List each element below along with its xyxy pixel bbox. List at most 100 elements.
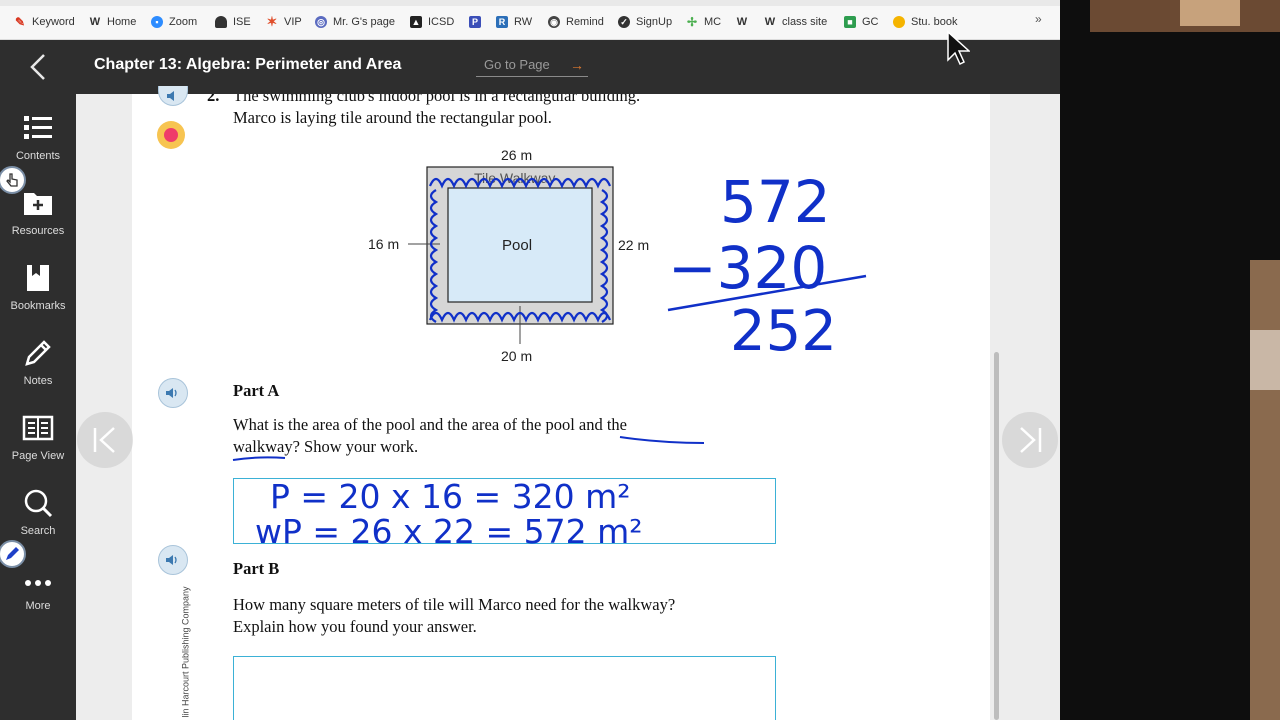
w-icon: W bbox=[736, 16, 748, 28]
sidebar-item-label: Resources bbox=[11, 225, 65, 237]
chevron-left-icon bbox=[30, 54, 45, 80]
more-icon bbox=[25, 580, 51, 586]
speaker-icon bbox=[166, 555, 177, 565]
globe-icon: ◎ bbox=[315, 16, 327, 28]
left-dimension-label: 16 m bbox=[368, 236, 400, 252]
bookmark-home[interactable]: W Home bbox=[89, 13, 137, 31]
hat-icon bbox=[215, 16, 227, 28]
bookmark-label: Home bbox=[107, 16, 137, 28]
sidebar-item-label: Page View bbox=[11, 450, 65, 462]
audio-speaker-button[interactable] bbox=[158, 378, 188, 408]
sidebar-item-contents[interactable]: Contents bbox=[0, 104, 76, 174]
w-icon: W bbox=[764, 16, 776, 28]
sidebar-item-notes[interactable]: Notes bbox=[0, 329, 76, 399]
bookmark-zoom[interactable]: ▪ Zoom bbox=[151, 13, 197, 31]
record-icon bbox=[164, 128, 178, 142]
signup-icon: ✓ bbox=[618, 16, 630, 28]
speaker-icon bbox=[167, 90, 174, 101]
bookmark-label: class site bbox=[782, 16, 828, 28]
bookmark-icon bbox=[27, 265, 49, 291]
bookmarks-overflow-icon[interactable]: » bbox=[1035, 12, 1042, 26]
part-b-question-line-2: Explain how you found your answer. bbox=[233, 617, 477, 636]
app-window: ✎ Keyword W Home ▪ Zoom ISE ✶ VIP ◎ Mr. G's p… bbox=[0, 0, 1280, 720]
sidebar-item-label: Search bbox=[20, 525, 56, 537]
circle-icon bbox=[893, 16, 905, 28]
top-dimension-label: 26 m bbox=[501, 147, 533, 163]
bookmark-label: RW bbox=[514, 16, 533, 28]
copyright-text: lin Harcourt Publishing Company bbox=[180, 586, 191, 718]
background-photo bbox=[1250, 260, 1280, 720]
camera-icon: ▪ bbox=[151, 16, 163, 28]
tab-strip-edge bbox=[0, 0, 1060, 6]
back-button[interactable] bbox=[0, 40, 76, 94]
list-icon bbox=[24, 116, 52, 139]
go-to-page-input[interactable]: Go to Page → bbox=[476, 53, 588, 77]
remind-icon: ◉ bbox=[548, 16, 560, 28]
pencil-icon bbox=[25, 340, 51, 366]
bookmark-label: Remind bbox=[566, 16, 604, 28]
arrow-right-icon[interactable]: → bbox=[570, 57, 584, 73]
part-a-question-line-1: What is the area of the pool and the are… bbox=[233, 415, 628, 434]
next-page-icon bbox=[1020, 427, 1042, 453]
part-a-title: Part A bbox=[233, 381, 280, 400]
sidebar-item-bookmarks[interactable]: Bookmarks bbox=[0, 254, 76, 324]
part-b-question-line-1: How many square meters of tile will Marc… bbox=[233, 595, 676, 614]
bookmark-label: ICSD bbox=[428, 16, 455, 28]
chapter-title: Chapter 13: Algebra: Perimeter and Area bbox=[94, 56, 402, 73]
part-b-answer-box[interactable] bbox=[233, 656, 776, 720]
part-a-answer-box[interactable] bbox=[233, 478, 776, 544]
bookmark-label: VIP bbox=[284, 16, 302, 28]
bookmark-p[interactable]: P bbox=[469, 13, 487, 31]
sidebar-item-page-view[interactable]: Page View bbox=[0, 404, 76, 474]
pool-label: Pool bbox=[502, 237, 533, 254]
previous-page-button[interactable] bbox=[77, 412, 133, 468]
mouse-cursor-icon bbox=[947, 30, 970, 66]
bookmark-mc[interactable]: ✢ MC bbox=[686, 13, 721, 31]
sidebar-item-label: Bookmarks bbox=[10, 300, 66, 312]
walkway-label: Tile Walkway bbox=[474, 170, 556, 186]
r-icon: R bbox=[496, 16, 508, 28]
go-to-page-placeholder: Go to Page bbox=[484, 57, 550, 72]
bookmark-label: Mr. G's page bbox=[333, 16, 396, 28]
bookmark-keyword[interactable]: ✎ Keyword bbox=[14, 13, 75, 31]
bookmark-label: Keyword bbox=[32, 16, 75, 28]
pen-icon: ✎ bbox=[14, 15, 26, 29]
record-button[interactable] bbox=[157, 121, 185, 149]
bookmark-label: Stu. book bbox=[911, 16, 958, 28]
bookmark-stu-book[interactable]: Stu. book bbox=[893, 13, 957, 31]
pinwheel-icon: ✢ bbox=[686, 15, 698, 29]
bookmark-label: MC bbox=[704, 16, 722, 28]
bookmark-ise[interactable]: ISE bbox=[215, 13, 251, 31]
bookmark-label: GC bbox=[862, 16, 879, 28]
bookmarks-bar: ✎ Keyword W Home ▪ Zoom ISE ✶ VIP ◎ Mr. G's p… bbox=[0, 0, 1060, 40]
bookmark-signup[interactable]: ✓ SignUp bbox=[618, 13, 672, 31]
bookmark-vip[interactable]: ✶ VIP bbox=[266, 13, 302, 31]
search-icon bbox=[24, 489, 53, 518]
bottom-dimension-label: 20 m bbox=[501, 348, 533, 364]
hand-pointer-icon bbox=[6, 173, 18, 187]
star-icon: ✶ bbox=[266, 14, 278, 29]
background-photo bbox=[1250, 330, 1280, 390]
bookmark-mr-g[interactable]: ◎ Mr. G's page bbox=[315, 13, 395, 31]
copyright-notice: lin Harcourt Publishing Company bbox=[168, 585, 191, 720]
next-page-button[interactable] bbox=[1002, 412, 1058, 468]
bookmark-class-site[interactable]: Wclass site bbox=[764, 13, 827, 31]
bookmark-rw[interactable]: R RW bbox=[496, 13, 532, 31]
bookmark-remind[interactable]: ◉ Remind bbox=[548, 13, 604, 31]
vertical-scrollbar[interactable] bbox=[994, 352, 999, 720]
previous-page-icon bbox=[93, 427, 115, 453]
bookmark-gc[interactable]: ■ GC bbox=[844, 13, 879, 31]
flag-icon: ▲ bbox=[410, 16, 422, 28]
w-icon: W bbox=[89, 16, 101, 28]
desktop-background bbox=[1060, 0, 1280, 720]
sidebar-item-search[interactable]: Search bbox=[0, 479, 76, 549]
p-icon: P bbox=[469, 16, 481, 28]
audio-speaker-button[interactable] bbox=[158, 545, 188, 575]
bookmark-label: SignUp bbox=[636, 16, 673, 28]
bookmark-label: Zoom bbox=[169, 16, 198, 28]
sidebar-item-label: Contents bbox=[15, 150, 61, 162]
bookmark-w[interactable]: W bbox=[736, 13, 754, 31]
part-b-title: Part B bbox=[233, 559, 280, 578]
part-a-question-line-2: walkway? Show your work. bbox=[233, 437, 419, 456]
bookmark-icsd[interactable]: ▲ ICSD bbox=[410, 13, 454, 31]
